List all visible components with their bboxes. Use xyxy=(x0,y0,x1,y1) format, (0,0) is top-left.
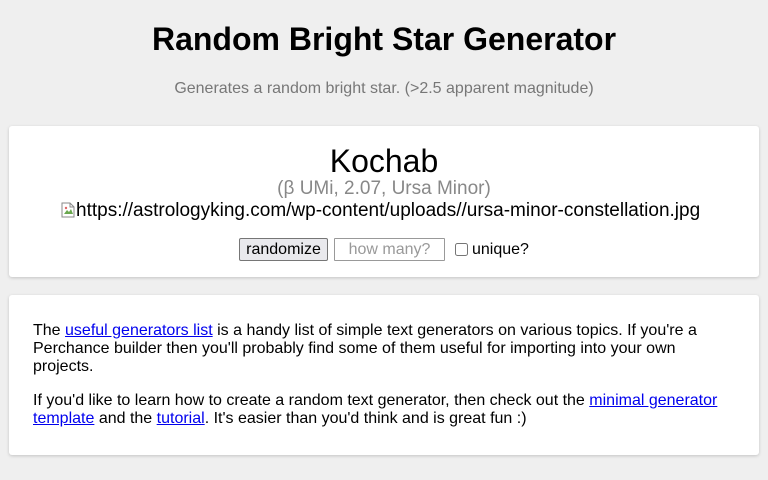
info-text: . It's easier than you'd think and is gr… xyxy=(204,410,527,427)
useful-generators-link[interactable]: useful generators list xyxy=(65,322,213,339)
generator-card: Kochab (β UMi, 2.07, Ursa Minor) https:/… xyxy=(9,126,759,277)
page: Random Bright Star Generator Generates a… xyxy=(0,0,768,480)
unique-checkbox[interactable] xyxy=(455,243,468,256)
broken-image-icon xyxy=(61,202,75,218)
constellation-image: https://astrologyking.com/wp-content/upl… xyxy=(61,200,711,222)
info-text: The xyxy=(33,322,66,339)
info-text: If you'd like to learn how to create a r… xyxy=(33,392,590,409)
info-card: The useful generators list is a handy li… xyxy=(9,295,759,455)
info-text: and the xyxy=(94,410,157,427)
unique-label: unique? xyxy=(472,241,529,258)
page-title: Random Bright Star Generator xyxy=(151,21,617,57)
star-details: (β UMi, 2.07, Ursa Minor) xyxy=(277,178,491,199)
how-many-input[interactable] xyxy=(334,238,445,261)
star-name: Kochab xyxy=(329,143,439,179)
page-subtitle: Generates a random bright star. (>2.5 ap… xyxy=(174,80,594,97)
randomize-button[interactable]: randomize xyxy=(239,238,328,261)
info-paragraph-2: If you'd like to learn how to create a r… xyxy=(33,392,733,428)
tutorial-link[interactable]: tutorial xyxy=(157,410,205,427)
info-paragraph-1: The useful generators list is a handy li… xyxy=(33,322,733,376)
image-alt-text: https://astrologyking.com/wp-content/upl… xyxy=(76,200,701,221)
